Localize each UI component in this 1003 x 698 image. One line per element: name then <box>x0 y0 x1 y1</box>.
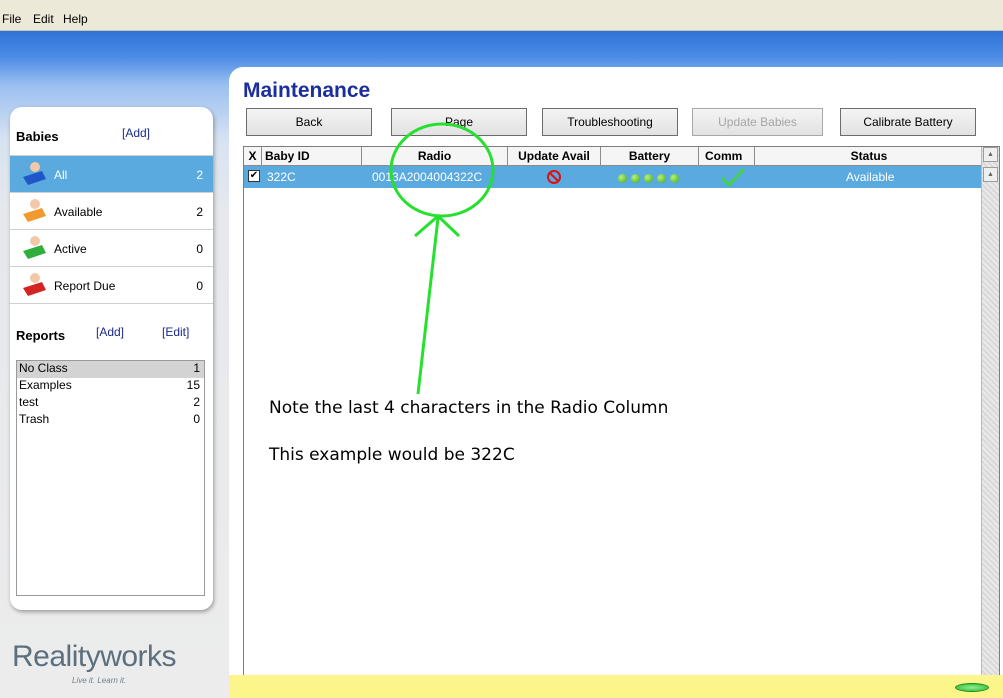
battery-dot <box>618 174 627 183</box>
row-baby-id: 322C <box>267 170 296 184</box>
baby-all-icon <box>23 162 46 185</box>
column-update-avail[interactable]: Update Avail <box>508 147 601 165</box>
report-class-count: 1 <box>193 361 200 375</box>
annotation-note-line2: This example would be 322C <box>269 445 515 465</box>
scroll-up-icon[interactable]: ▲ <box>983 147 998 162</box>
baby-filter-count: 0 <box>196 279 203 293</box>
logo-tagline: Live it. Learn it. <box>72 676 127 685</box>
baby-filter-count: 2 <box>196 205 203 219</box>
menu-help[interactable]: Help <box>63 12 88 26</box>
table-header: X Baby ID Radio Update Avail Battery Com… <box>244 147 983 166</box>
realityworks-logo: Realityworks Live it. Learn it. <box>12 640 192 685</box>
row-status: Available <box>846 170 895 184</box>
report-class-count: 2 <box>193 395 200 409</box>
reports-title: Reports <box>16 328 66 343</box>
report-class-count: 15 <box>186 378 200 392</box>
report-class-list[interactable]: No Class 1 Examples 15 test 2 Trash 0 <box>16 360 205 596</box>
battery-dot <box>657 174 666 183</box>
column-battery[interactable]: Battery <box>601 147 699 165</box>
battery-level-indicator <box>618 172 683 183</box>
babies-title: Babies <box>16 129 59 144</box>
battery-dot <box>644 174 653 183</box>
baby-available-icon <box>23 199 46 222</box>
baby-filter-available[interactable]: Available 2 <box>10 192 213 229</box>
edit-report-link[interactable]: [Edit] <box>162 325 189 339</box>
baby-filter-report-due[interactable]: Report Due 0 <box>10 266 213 303</box>
main-panel: Maintenance Back Page Troubleshooting Up… <box>229 67 1003 698</box>
babies-header: Babies [Add] <box>10 107 213 147</box>
baby-table: X Baby ID Radio Update Avail Battery Com… <box>243 146 1000 698</box>
report-class-label: test <box>19 395 39 409</box>
scroll-thumb[interactable]: ▲ <box>983 167 998 182</box>
report-class-item[interactable]: test 2 <box>17 395 204 412</box>
report-class-item[interactable]: Examples 15 <box>17 378 204 395</box>
column-comm[interactable]: Comm <box>699 147 755 165</box>
table-vertical-scrollbar[interactable]: ▲ ▲ ▼ <box>981 147 999 698</box>
battery-dot <box>670 174 679 183</box>
column-radio[interactable]: Radio <box>362 147 508 165</box>
report-class-item[interactable]: No Class 1 <box>17 361 204 378</box>
update-babies-button[interactable]: Update Babies <box>692 108 823 136</box>
baby-filter-label: Active <box>54 242 87 256</box>
page-title: Maintenance <box>243 79 371 102</box>
baby-filter-label: Report Due <box>54 279 116 293</box>
annotation-note-line1: Note the last 4 characters in the Radio … <box>269 398 669 418</box>
connection-led-icon <box>955 683 989 692</box>
reports-header: Reports [Add] [Edit] <box>10 303 213 343</box>
report-class-label: No Class <box>19 361 68 375</box>
troubleshooting-button[interactable]: Troubleshooting <box>542 108 678 136</box>
column-status[interactable]: Status <box>755 147 983 165</box>
logo-wordmark: Realityworks <box>12 640 177 673</box>
battery-dot <box>631 174 640 183</box>
baby-filter-active[interactable]: Active 0 <box>10 229 213 266</box>
add-baby-link[interactable]: [Add] <box>122 126 150 140</box>
menu-bar: File Edit Help <box>0 0 1003 31</box>
back-button[interactable]: Back <box>246 108 372 136</box>
report-class-label: Trash <box>19 412 50 426</box>
baby-filter-count: 2 <box>196 168 203 182</box>
calibrate-battery-button[interactable]: Calibrate Battery <box>840 108 976 136</box>
row-checkbox[interactable]: ✔ <box>248 170 260 182</box>
page-button[interactable]: Page <box>391 108 527 136</box>
status-bar <box>229 675 1003 698</box>
table-row[interactable]: ✔ 322C 0013A2004004322C Available <box>244 166 983 188</box>
baby-filter-label: All <box>54 168 68 182</box>
report-class-item[interactable]: Trash 0 <box>17 412 204 429</box>
menu-file[interactable]: File <box>2 12 21 26</box>
baby-filter-all[interactable]: All 2 <box>10 155 213 192</box>
column-baby-id[interactable]: Baby ID <box>262 147 362 165</box>
no-update-icon <box>547 170 561 184</box>
report-class-count: 0 <box>193 412 200 426</box>
comm-ok-checkmark-icon <box>721 168 745 188</box>
baby-filter-label: Available <box>54 205 103 219</box>
column-x[interactable]: X <box>244 147 262 165</box>
add-report-link[interactable]: [Add] <box>96 325 124 339</box>
row-radio-id: 0013A2004004322C <box>372 170 483 184</box>
menu-edit[interactable]: Edit <box>33 12 54 26</box>
left-panel: Babies [Add] All 2 Available 2 Active 0 … <box>10 107 213 610</box>
baby-report-due-icon <box>23 273 46 296</box>
baby-active-icon <box>23 236 46 259</box>
baby-filter-count: 0 <box>196 242 203 256</box>
report-class-label: Examples <box>19 378 72 392</box>
